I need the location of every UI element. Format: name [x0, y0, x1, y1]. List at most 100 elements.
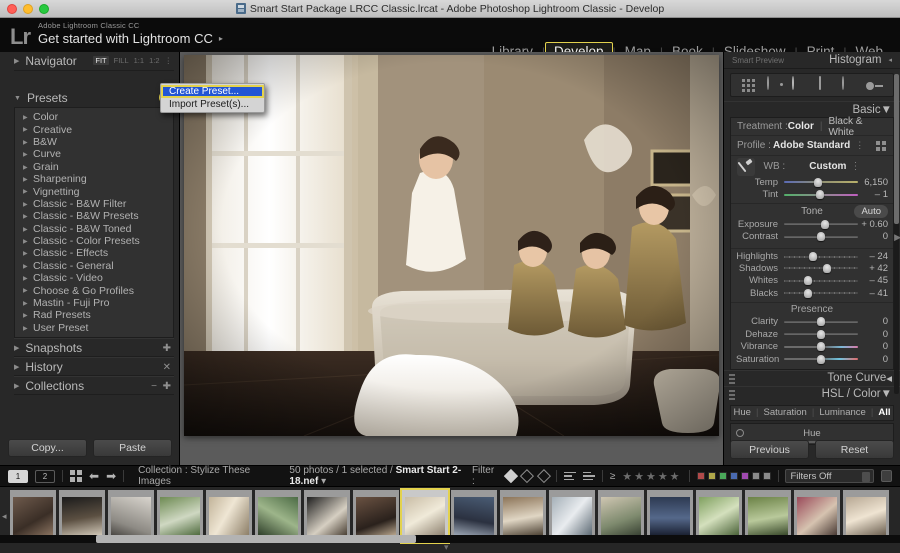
disclosure-triangle-icon[interactable]: ▶	[14, 363, 19, 371]
treatment-color-option[interactable]: Color	[788, 121, 814, 132]
sort-ascending-icon[interactable]	[563, 471, 576, 481]
collapse-triangle-icon[interactable]: ◂	[886, 371, 892, 385]
sort-descending-icon[interactable]	[582, 471, 595, 481]
tab-luminance[interactable]: Luminance	[819, 407, 865, 418]
adjustment-brush-icon[interactable]	[866, 77, 883, 94]
disclosure-triangle-icon[interactable]: ▶	[14, 344, 19, 352]
copy-button[interactable]: Copy...	[8, 439, 87, 457]
preset-group-classic-bw-toned[interactable]: ▶ Classic - B&W Toned	[15, 223, 173, 235]
filmstrip-prev-arrow-icon[interactable]: ◂	[2, 511, 7, 522]
identity-chevron-icon[interactable]: ▸	[219, 34, 223, 43]
tone-curve-header[interactable]: Tone Curve ◂	[724, 369, 900, 386]
panel-collapse-arrow-icon[interactable]: ▶	[894, 232, 900, 243]
basic-panel-header[interactable]: Basic ▼	[724, 101, 900, 117]
tab-saturation[interactable]: Saturation	[763, 407, 806, 418]
disclosure-triangle-icon[interactable]: ▶	[23, 188, 28, 195]
slider-clarity[interactable]: Clarity 0	[731, 316, 893, 329]
maximize-window-button[interactable]	[39, 4, 49, 14]
profile-browser-icon[interactable]	[876, 141, 886, 151]
histogram-header[interactable]: Smart Preview Histogram ◂	[724, 52, 900, 69]
slider-track[interactable]	[784, 329, 858, 339]
slider-track[interactable]	[784, 317, 858, 327]
slider-track[interactable]	[784, 190, 858, 200]
preset-group-creative[interactable]: ▶ Creative	[15, 123, 173, 136]
slider-track[interactable]	[784, 354, 858, 364]
slider-track[interactable]	[784, 342, 858, 352]
close-window-button[interactable]	[7, 4, 17, 14]
red-eye-icon[interactable]	[791, 75, 808, 94]
flag-pick-icon[interactable]	[503, 469, 518, 483]
chevron-updown-icon[interactable]: ⋮	[165, 56, 173, 65]
swatch-blue[interactable]	[729, 472, 738, 480]
paste-button[interactable]: Paste	[93, 439, 172, 457]
filmstrip-source-label[interactable]: Collection : Stylize These Images	[138, 465, 267, 487]
slider-dehaze[interactable]: Dehaze 0	[731, 328, 893, 341]
slider-tint[interactable]: Tint – 1	[731, 189, 893, 202]
swatch-custom[interactable]	[762, 472, 771, 480]
slider-track[interactable]	[784, 219, 858, 229]
preset-group-bw[interactable]: ▶ B&W	[15, 136, 173, 148]
preset-group-user-preset[interactable]: ▶ User Preset	[15, 322, 173, 334]
swatch-yellow[interactable]	[707, 472, 716, 480]
zoom-fill[interactable]: FILL	[114, 56, 129, 65]
slider-exposure[interactable]: Exposure + 0.60	[731, 218, 893, 231]
zoom-fit[interactable]: FIT	[93, 56, 109, 65]
filmstrip-scrollbar[interactable]	[96, 535, 416, 543]
grid-view-icon[interactable]	[70, 470, 82, 482]
window-controls[interactable]	[7, 4, 49, 14]
slider-track[interactable]	[784, 263, 858, 273]
remove-collection-minus-icon[interactable]: −	[151, 381, 157, 392]
preset-group-classic-general[interactable]: ▶ Classic - General	[15, 260, 173, 272]
disclosure-triangle-icon[interactable]: ▶	[23, 201, 28, 208]
flag-unflagged-icon[interactable]	[520, 469, 535, 483]
disclosure-triangle-icon[interactable]: ▶	[23, 300, 28, 307]
flag-rejected-icon[interactable]	[536, 469, 551, 483]
disclosure-triangle-icon[interactable]: ▶	[23, 275, 28, 282]
arrow-left-icon[interactable]: ⬅	[89, 469, 99, 483]
preset-group-classic-bw-filter[interactable]: ▶ Classic - B&W Filter	[15, 198, 173, 210]
disclosure-triangle-icon[interactable]: ▶	[23, 213, 28, 220]
swatch-green[interactable]	[718, 472, 727, 480]
swatch-none[interactable]	[751, 472, 760, 480]
arrow-right-icon[interactable]: ➡	[106, 469, 116, 483]
slider-track[interactable]	[784, 232, 858, 242]
swatch-red[interactable]	[696, 472, 705, 480]
filmstrip-collapse-arrow-icon[interactable]: ▾	[444, 542, 449, 553]
lock-icon[interactable]	[881, 470, 893, 482]
snapshots-header[interactable]: ▶ Snapshots ✚	[14, 338, 174, 358]
disclosure-triangle-icon[interactable]: ▶	[23, 325, 28, 332]
slider-shadows[interactable]: Shadows + 42	[731, 262, 893, 275]
disclosure-triangle-icon[interactable]: ▶	[14, 57, 19, 65]
auto-tone-button[interactable]: Auto	[854, 205, 888, 218]
disclosure-triangle-icon[interactable]: ▶	[23, 226, 28, 233]
preset-group-choose-and-go[interactable]: ▶ Choose & Go Profiles	[15, 284, 173, 297]
slider-highlights[interactable]: Highlights – 24	[731, 248, 893, 262]
spot-removal-icon[interactable]	[766, 75, 783, 94]
preset-group-curve[interactable]: ▶ Curve	[15, 148, 173, 160]
minimize-window-button[interactable]	[23, 4, 33, 14]
slider-vibrance[interactable]: Vibrance 0	[731, 341, 893, 354]
menu-item-import-preset[interactable]: Import Preset(s)...	[161, 98, 264, 111]
preset-group-classic-effects[interactable]: ▶ Classic - Effects	[15, 247, 173, 259]
disclosure-triangle-icon[interactable]: ▶	[23, 176, 28, 183]
disclosure-triangle-icon[interactable]: ▶	[23, 151, 28, 158]
disclosure-triangle-icon[interactable]: ▶	[14, 382, 19, 390]
treatment-bw-option[interactable]: Black & White	[828, 116, 887, 138]
navigator-header[interactable]: ▶ Navigator FIT FILL 1:1 1:2 ⋮	[14, 52, 174, 71]
disclosure-triangle-icon[interactable]: ▶	[23, 263, 28, 270]
preset-group-rad-presets[interactable]: ▶ Rad Presets	[15, 309, 173, 321]
graduated-filter-icon[interactable]	[816, 75, 833, 94]
slider-track[interactable]	[784, 288, 858, 298]
previous-button[interactable]: Previous	[730, 440, 809, 459]
profile-dropdown-icon[interactable]: ⋮	[855, 140, 864, 151]
star-rating-filter[interactable]: ★★★★★	[622, 470, 681, 483]
filter-preset-select[interactable]: Filters Off	[785, 469, 875, 483]
swatch-purple[interactable]	[740, 472, 749, 480]
second-window-button[interactable]: 2	[35, 469, 55, 483]
preset-group-grain[interactable]: ▶ Grain	[15, 161, 173, 173]
crop-overlay-icon[interactable]	[741, 77, 758, 94]
slider-saturation[interactable]: Saturation 0	[731, 353, 893, 366]
filename-caret-icon[interactable]: ▾	[321, 476, 326, 487]
reset-button[interactable]: Reset	[815, 440, 894, 459]
slider-temp[interactable]: Temp 6,150	[731, 176, 893, 189]
